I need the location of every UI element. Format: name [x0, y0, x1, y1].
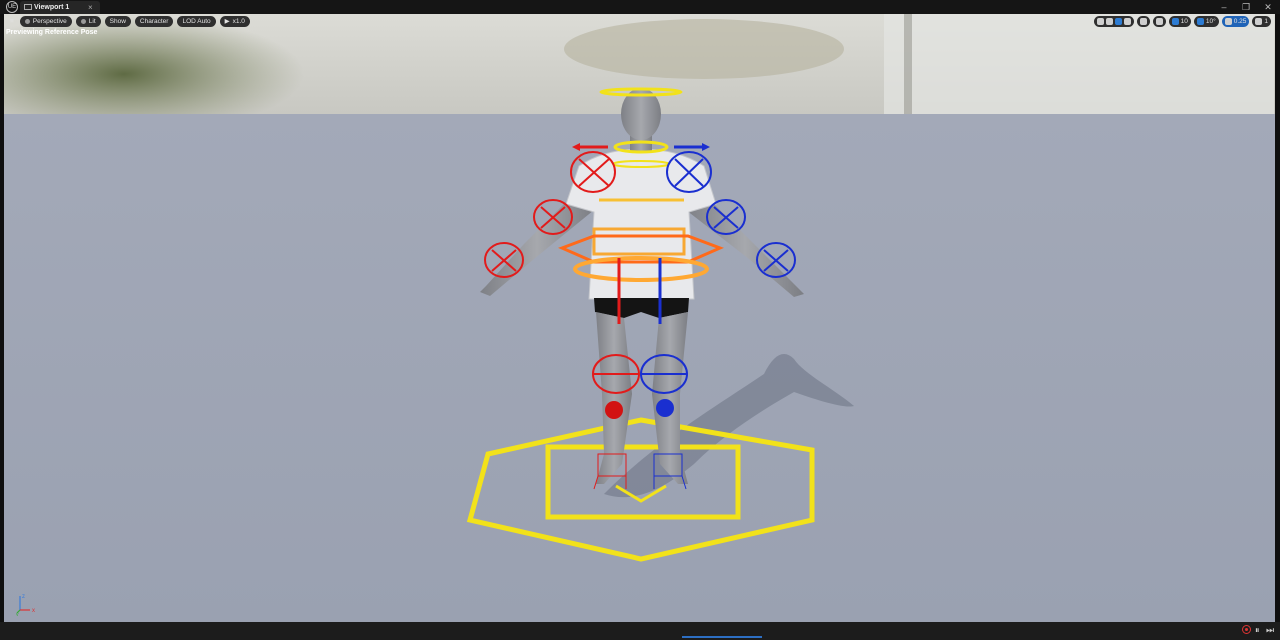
close-tab-icon[interactable]: ×: [88, 2, 93, 13]
grid-icon: [1171, 18, 1179, 25]
rotate-icon[interactable]: [1114, 18, 1122, 25]
play-icon: ▶: [224, 18, 230, 25]
hamburger-menu-icon[interactable]: ≡: [8, 16, 16, 27]
lod-button[interactable]: LOD Auto: [177, 16, 216, 27]
perspective-icon: [24, 19, 30, 24]
show-button[interactable]: Show: [104, 16, 131, 27]
grid-snap-value: 10: [1180, 18, 1188, 25]
rotation-snap-button[interactable]: 10°: [1193, 16, 1219, 27]
viewport-toolbar: ≡ Perspective Lit Show Character LOD Aut…: [8, 16, 250, 27]
step-forward-icon[interactable]: ⏭: [1266, 625, 1274, 635]
scale-snap-button[interactable]: 0.25: [1221, 16, 1250, 27]
tab-viewport-1[interactable]: Viewport 1 ×: [20, 1, 100, 14]
record-icon[interactable]: [1242, 625, 1251, 634]
select-icon[interactable]: [1096, 18, 1104, 25]
lit-icon: [80, 19, 86, 24]
background-pole: [904, 14, 912, 114]
viewport[interactable]: ≡ Perspective Lit Show Character LOD Aut…: [4, 14, 1275, 622]
axis-y-label: y: [16, 612, 19, 616]
tab-label: Viewport 1: [34, 4, 70, 11]
lit-label: Lit: [88, 18, 96, 25]
scene-render[interactable]: [4, 14, 1275, 622]
title-bar: UE Viewport 1 × – ❐ ✕: [0, 0, 1280, 14]
camera-speed-value: 1: [1264, 18, 1268, 25]
lit-button[interactable]: Lit: [75, 16, 101, 27]
world-space-icon: [1139, 18, 1147, 25]
perspective-button[interactable]: Perspective: [19, 16, 72, 27]
viewport-status-text: Previewing Reference Pose: [6, 29, 98, 36]
surface-snap-button[interactable]: [1152, 16, 1166, 27]
scale-snap-icon: [1224, 18, 1232, 25]
translate-icon[interactable]: [1105, 18, 1113, 25]
transform-mode-group: [1093, 16, 1134, 27]
camera-speed-button[interactable]: 1: [1252, 16, 1271, 27]
viewport-transform-toolbar: 10 10° 0.25 1: [1093, 16, 1271, 27]
angle-icon: [1196, 18, 1204, 25]
scale-icon[interactable]: [1123, 18, 1131, 25]
bottom-bar: ⏸ ⏭: [0, 622, 1280, 640]
unreal-logo-icon[interactable]: UE: [6, 1, 18, 13]
coordinate-space-button[interactable]: [1136, 16, 1150, 27]
surface-snap-icon: [1155, 18, 1163, 25]
scale-snap-value: 0.25: [1233, 18, 1247, 25]
camera-icon: [1255, 18, 1263, 25]
axis-indicator: z x y: [16, 594, 35, 616]
character-button[interactable]: Character: [134, 16, 174, 27]
rotation-snap-value: 10°: [1205, 18, 1216, 25]
viewport-icon: [24, 4, 32, 10]
minimize-button[interactable]: –: [1214, 0, 1234, 14]
background-building: [884, 14, 1274, 114]
axis-z-label: z: [22, 594, 25, 600]
pole-vector-left: [605, 401, 623, 419]
restore-button[interactable]: ❐: [1236, 0, 1256, 14]
bottom-accent-bar: [682, 636, 762, 638]
grid-snap-button[interactable]: 10: [1168, 16, 1191, 27]
pole-vector-right: [656, 399, 674, 417]
playback-speed-button[interactable]: ▶ x1.0: [219, 16, 250, 27]
background-foliage: [564, 19, 844, 79]
playback-speed-label: x1.0: [232, 18, 245, 25]
axis-x-label: x: [32, 608, 35, 614]
close-window-button[interactable]: ✕: [1258, 0, 1278, 14]
perspective-label: Perspective: [32, 18, 67, 25]
pause-icon[interactable]: ⏸: [1255, 625, 1260, 635]
